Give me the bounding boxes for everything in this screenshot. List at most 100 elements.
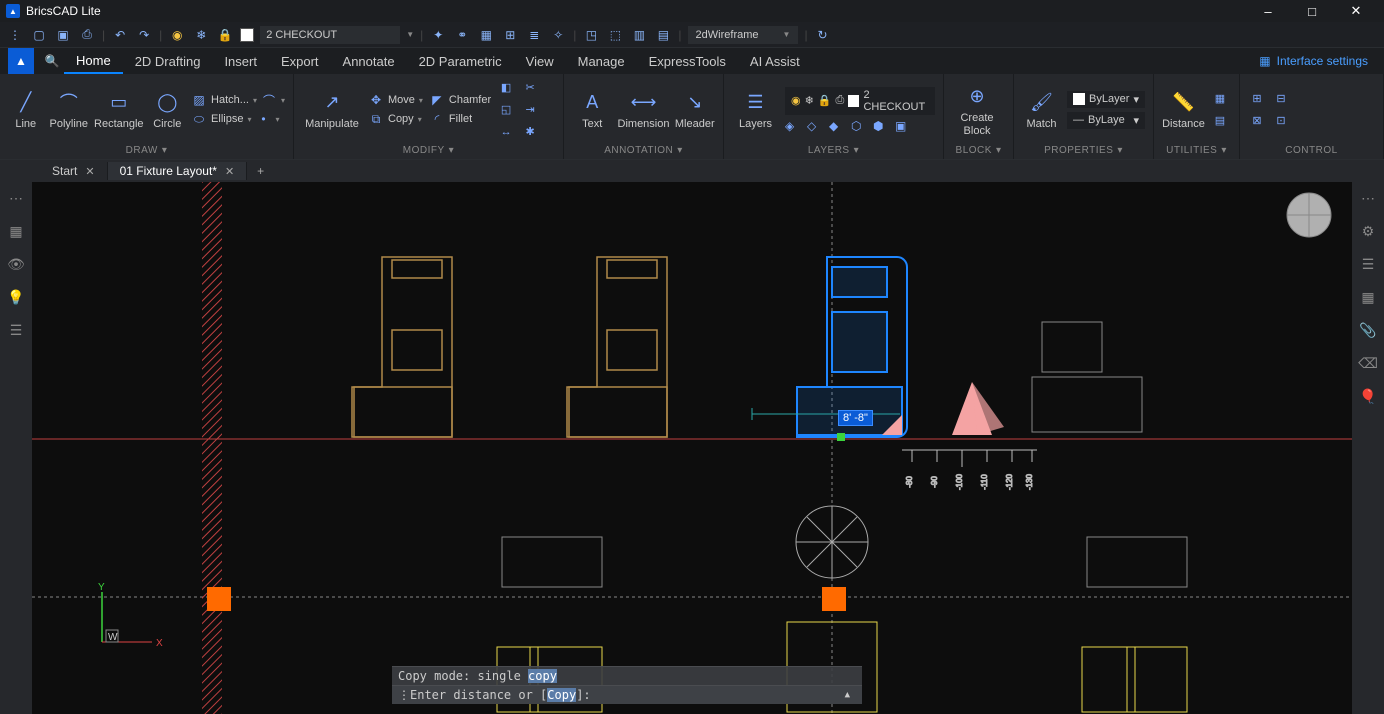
ctrl-3[interactable]: ⊠ [1248, 112, 1266, 130]
wand-icon[interactable]: ✦ [429, 26, 447, 44]
tab-annotate[interactable]: Annotate [331, 50, 407, 73]
close-icon[interactable]: ✕ [225, 165, 234, 178]
create-block-button[interactable]: ⊕Create Block [952, 82, 1002, 136]
hatch-button[interactable]: ▨Hatch...▾⌒▾ [191, 92, 285, 108]
extend-icon[interactable]: ⇥ [521, 101, 539, 119]
eraser-icon[interactable]: ⌫ [1358, 355, 1378, 372]
tab-export[interactable]: Export [269, 50, 331, 73]
rectangle-button[interactable]: ▭Rectangle [94, 88, 144, 130]
app-menu-button[interactable]: ▲ [8, 48, 34, 74]
open-icon[interactable]: ▣ [54, 26, 72, 44]
new-icon[interactable]: ▢ [30, 26, 48, 44]
app-icon[interactable]: ▦ [1361, 289, 1374, 306]
refresh-icon[interactable]: ↻ [814, 26, 832, 44]
more-icon[interactable]: ⋯ [1361, 190, 1375, 207]
tab-expresstools[interactable]: ExpressTools [637, 50, 738, 73]
save-icon[interactable]: ⎙ [78, 26, 96, 44]
layer-tool-6[interactable]: ▣ [895, 119, 913, 133]
blockify-icon[interactable]: ▦ [477, 26, 495, 44]
ctrl-4[interactable]: ⊡ [1272, 112, 1290, 130]
stretch-icon[interactable]: ↔ [497, 123, 515, 141]
array-icon[interactable]: ⊞ [501, 26, 519, 44]
ctrl-2[interactable]: ⊟ [1272, 90, 1290, 108]
balloon-icon[interactable]: 🎈 [1359, 388, 1376, 405]
multi-icon[interactable]: ▥ [630, 26, 648, 44]
minimize-button[interactable]: – [1246, 0, 1290, 22]
tree-icon[interactable]: ☰ [10, 322, 23, 339]
layer-tool-1[interactable]: ◈ [785, 119, 803, 133]
chamfer-button[interactable]: ◤Chamfer [429, 92, 491, 108]
ctrl-1[interactable]: ⊞ [1248, 90, 1266, 108]
scale-icon[interactable]: ◱ [497, 101, 515, 119]
text-button[interactable]: AText [572, 88, 613, 130]
more-icon[interactable]: ⋯ [9, 190, 23, 207]
attach-icon[interactable]: 📎 [1359, 322, 1376, 339]
bulb-icon[interactable]: 💡 [7, 289, 24, 306]
layer-tool-3[interactable]: ◆ [829, 119, 847, 133]
undo-icon[interactable]: ↶ [111, 26, 129, 44]
order-icon[interactable]: ≣ [525, 26, 543, 44]
connect-icon[interactable]: ⚭ [453, 26, 471, 44]
layer-tool-2[interactable]: ◇ [807, 119, 825, 133]
grid-icon[interactable]: ▦ [9, 223, 22, 240]
tab-home[interactable]: Home [64, 49, 123, 74]
tab-ai-assist[interactable]: AI Assist [738, 50, 812, 73]
mirror-icon[interactable]: ◧ [497, 79, 515, 97]
ellipse-button[interactable]: ⬭Ellipse▾•▾ [191, 111, 285, 127]
color-bylayer-dropdown[interactable]: ByLayer▾ [1067, 91, 1145, 108]
util-2[interactable]: ▤ [1211, 112, 1229, 130]
color-swatch[interactable] [240, 28, 254, 42]
eye-icon[interactable]: 👁 [7, 256, 25, 273]
command-bar[interactable]: Copy mode: single copy ⋮Enter distance o… [392, 666, 862, 704]
tab-manage[interactable]: Manage [566, 50, 637, 73]
visual-style-dropdown[interactable]: 2dWireframe▼ [688, 26, 799, 44]
doctab-start[interactable]: Start✕ [40, 162, 108, 180]
expand-icon[interactable]: ▲ [839, 690, 856, 700]
util-1[interactable]: ▦ [1211, 90, 1229, 108]
lock-icon[interactable]: 🔒 [216, 26, 234, 44]
qat-layer-dropdown[interactable]: 2 CHECKOUT [260, 26, 400, 44]
layer-tool-5[interactable]: ⬢ [873, 119, 891, 133]
copy-button[interactable]: ⧉Copy▾ [368, 111, 423, 127]
chevron-down-icon[interactable]: ▼ [406, 30, 414, 39]
add-tab-button[interactable]: + [247, 162, 274, 180]
dimension-button[interactable]: ⟷Dimension [619, 88, 669, 130]
fillet-button[interactable]: ◜Fillet [429, 111, 491, 127]
layers-button[interactable]: ☰Layers [732, 88, 779, 130]
close-button[interactable]: ✕ [1334, 0, 1378, 22]
manipulate-button[interactable]: ↗Manipulate [302, 88, 362, 130]
view-cube[interactable] [1284, 190, 1334, 240]
ltype-bylayer-dropdown[interactable]: —ByLaye▾ [1067, 112, 1145, 129]
maximize-button[interactable]: □ [1290, 0, 1334, 22]
tab-2d-parametric[interactable]: 2D Parametric [407, 50, 514, 73]
cube-icon[interactable]: ◳ [582, 26, 600, 44]
tab-insert[interactable]: Insert [212, 50, 269, 73]
drawing-canvas[interactable]: -80 -90 -100 -110 -120 -130 [32, 182, 1352, 714]
stack-icon[interactable]: ▤ [654, 26, 672, 44]
current-layer-dropdown[interactable]: ◉❄🔒⎙2 CHECKOUT [785, 87, 935, 115]
search-icon[interactable]: 🔍 [40, 54, 64, 68]
cmd-input-line[interactable]: ⋮Enter distance or [Copy]:▲ [392, 685, 862, 704]
box-icon[interactable]: ⬚ [606, 26, 624, 44]
match-button[interactable]: 🖌Match [1022, 88, 1061, 130]
tab-view[interactable]: View [514, 50, 566, 73]
layers-icon[interactable]: ☰ [1362, 256, 1375, 273]
move-button[interactable]: ✥Move▾ [368, 92, 423, 108]
explode-icon[interactable]: ✱ [521, 123, 539, 141]
bulb-icon[interactable]: ◉ [168, 26, 186, 44]
trim-icon[interactable]: ✂ [521, 79, 539, 97]
polyline-button[interactable]: ⌒Polyline [49, 88, 88, 130]
line-button[interactable]: ╱Line [8, 88, 43, 130]
layer-tool-4[interactable]: ⬡ [851, 119, 869, 133]
distance-button[interactable]: 📏Distance [1162, 88, 1205, 130]
close-icon[interactable]: ✕ [85, 165, 94, 178]
mleader-button[interactable]: ↘Mleader [675, 88, 716, 130]
interface-settings-button[interactable]: ▦Interface settings [1259, 54, 1376, 68]
redo-icon[interactable]: ↷ [135, 26, 153, 44]
circle-button[interactable]: ◯Circle [150, 88, 185, 130]
tab-2d-drafting[interactable]: 2D Drafting [123, 50, 213, 73]
doctab-fixture[interactable]: 01 Fixture Layout*✕ [108, 162, 248, 180]
snow-icon[interactable]: ❄ [192, 26, 210, 44]
spark-icon[interactable]: ✧ [549, 26, 567, 44]
sliders-icon[interactable]: ⚙ [1362, 223, 1375, 240]
